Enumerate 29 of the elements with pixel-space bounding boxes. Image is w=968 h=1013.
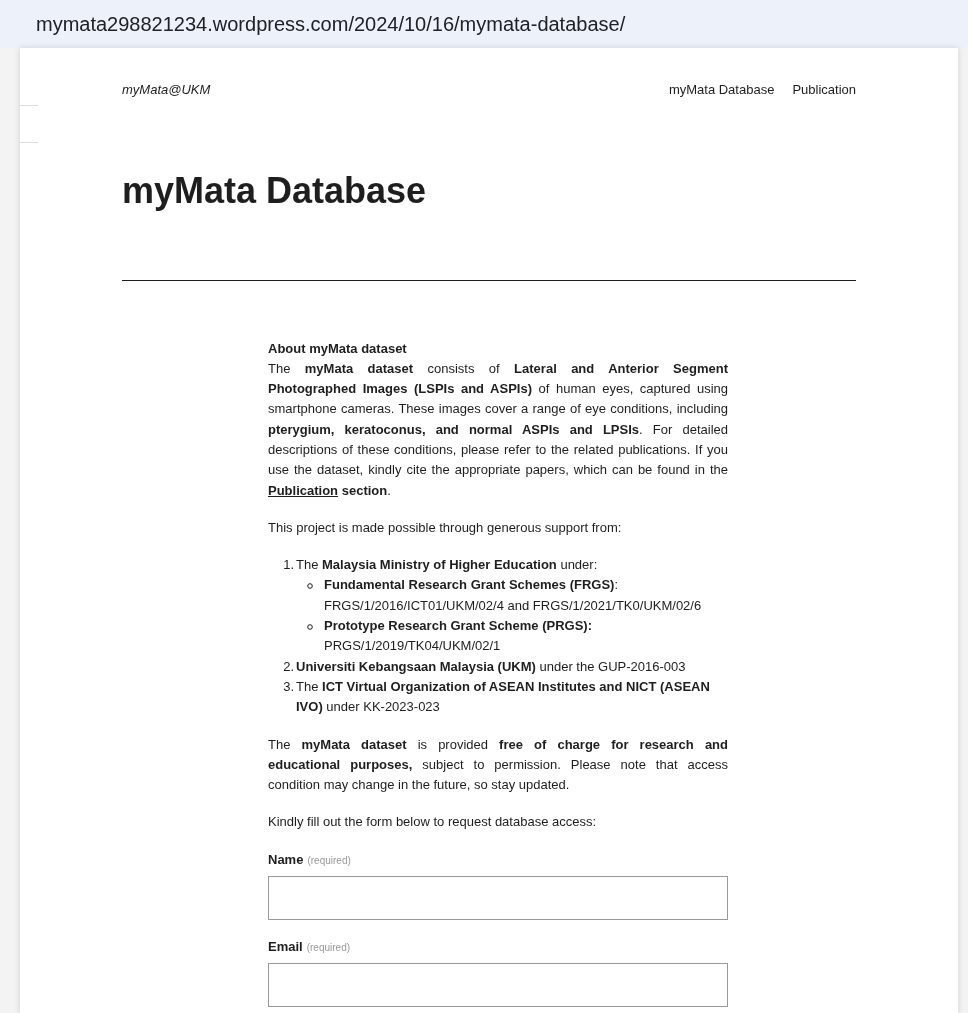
list-number: 3. [282, 677, 295, 696]
list-item-text: The Malaysia Ministry of Higher Education under: [296, 556, 599, 575]
section-heading: About myMata dataset [268, 339, 408, 358]
input-field[interactable] [268, 876, 728, 921]
site-title[interactable]: myMata@UKM [122, 80, 211, 100]
paragraph: The myMata dataset is provided free of charge for research and educational purposes, subject to permission. Please note that access condition may change in the future, so stay updated. [268, 735, 728, 795]
bullet-icon [307, 583, 313, 590]
required-note: (required) [306, 941, 351, 956]
bullet-icon [307, 624, 313, 631]
list-item-text: The ICT Virtual Organization of ASEAN Institutes and NICT (ASEAN IVO) under KK-2023-023 [296, 677, 711, 717]
grant-codes: PRGS/1/2019/TK04/UKM/02/1 [324, 637, 502, 656]
grant-codes: FRGS/1/2016/ICT01/UKM/02/4 and FRGS/1/2021/TK0/UKM/02/6 [324, 596, 702, 615]
input-field[interactable] [268, 963, 728, 1008]
publication-link[interactable]: Publication [268, 482, 339, 498]
list-number: 1. [282, 556, 295, 575]
field-label: Name [268, 850, 304, 869]
address-bar[interactable]: mymata298821234.wordpress.com/2024/10/16/mymata-database/ [0, 0, 968, 48]
paragraph: Kindly fill out the form below to request database access: [268, 813, 598, 832]
paragraph: This project is made possible through generous support from: [268, 518, 623, 537]
nav-link[interactable]: Publication [792, 80, 856, 100]
paragraph: The myMata dataset consists of Lateral and Anterior Segment Photographed Images (LSPIs and ASPIs) of human eyes, captured using smartphone cameras. These images cover a range of eye conditions, including pterygium, keratoconus, and normal ASPIs and LPSIs. For detailed descriptions of these conditions, please refer to the related publications. If you use the dataset, kindly cite the appropriate papers, which can be found in the Publication section. [268, 359, 728, 500]
list-item-text: Prototype Research Grant Scheme (PRGS): [324, 617, 593, 636]
list-item-text: Fundamental Research Grant Schemes (FRGS): [324, 576, 620, 595]
page-title: myMata Database [121, 168, 428, 213]
list-number: 2. [282, 657, 295, 676]
nav-link[interactable]: myMata Database [668, 80, 775, 100]
field-label: Email [268, 938, 303, 957]
list-item-text: Universiti Kebangsaan Malaysia (UKM) under the GUP-2016-003 [296, 657, 687, 676]
required-note: (required) [307, 853, 351, 868]
